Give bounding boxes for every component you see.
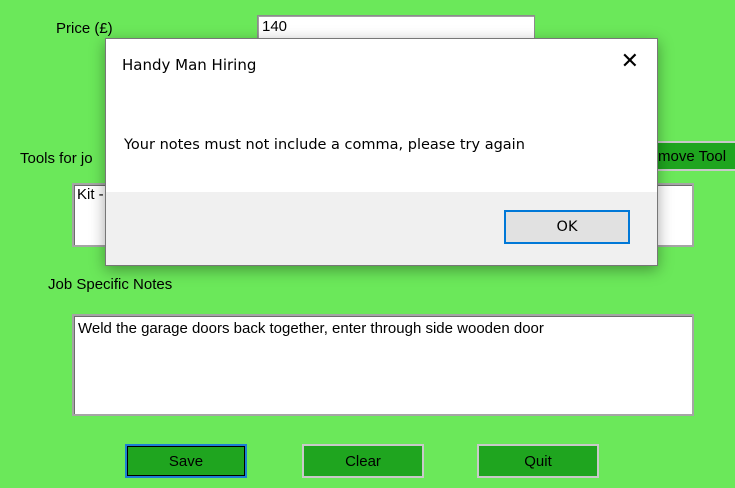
quit-button[interactable]: Quit (477, 444, 599, 478)
message-dialog: Handy Man Hiring ✕ Your notes must not i… (105, 38, 658, 266)
clear-button[interactable]: Clear (302, 444, 424, 478)
remove-tool-label: move Tool (658, 147, 727, 165)
close-icon[interactable]: ✕ (621, 50, 639, 74)
dialog-title: Handy Man Hiring (122, 56, 257, 74)
price-label: Price (£) (56, 20, 113, 37)
tools-list-item: Kit - (77, 186, 104, 203)
dialog-footer: OK (106, 192, 657, 265)
price-value: 140 (262, 18, 288, 35)
notes-textarea[interactable]: Weld the garage doors back together, ent… (72, 314, 694, 416)
notes-label: Job Specific Notes (48, 276, 173, 293)
dialog-message: Your notes must not include a comma, ple… (124, 137, 525, 153)
remove-tool-button[interactable]: move Tool (650, 141, 735, 171)
tools-label: Tools for jo (20, 150, 93, 167)
ok-button[interactable]: OK (504, 210, 630, 244)
notes-text: Weld the garage doors back together, ent… (78, 320, 544, 337)
save-button[interactable]: Save (125, 444, 247, 478)
